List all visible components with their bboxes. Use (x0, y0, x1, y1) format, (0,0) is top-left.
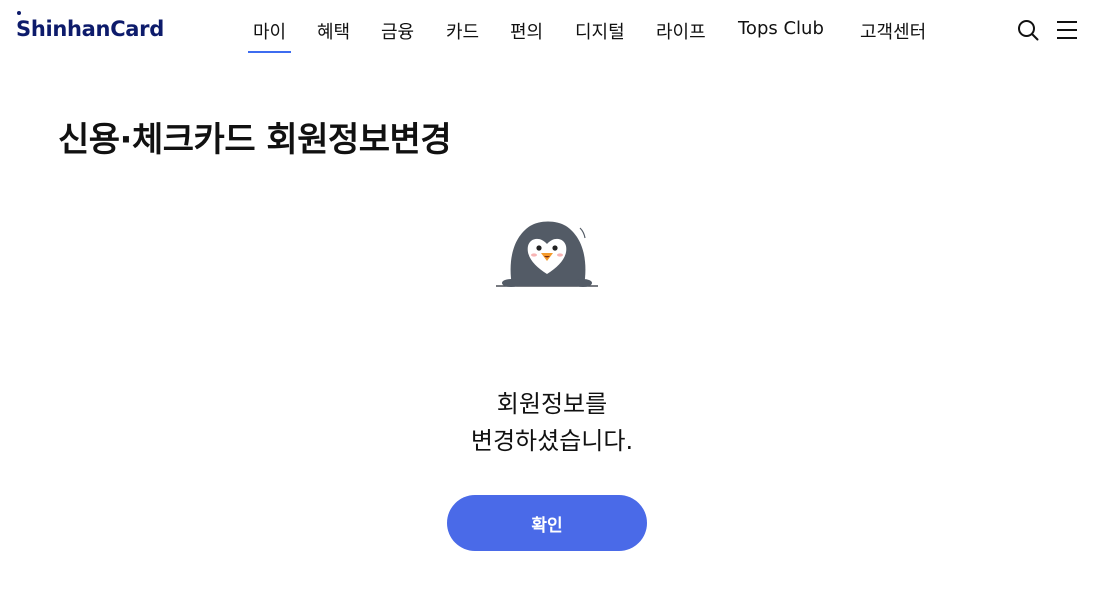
penguin-mascot-illustration (496, 221, 598, 287)
nav-item-convenience[interactable]: 편의 (510, 18, 543, 44)
confirm-button-label: 확인 (531, 515, 563, 536)
logo-text: ShinhanCard (16, 17, 164, 41)
nav-item-customer-center[interactable]: 고객센터 (860, 18, 926, 44)
nav-item-benefits[interactable]: 혜택 (317, 18, 350, 44)
nav-item-my[interactable]: 마이 (247, 18, 292, 53)
nav-item-card[interactable]: 카드 (446, 18, 479, 44)
page-title: 신용·체크카드 회원정보변경 (58, 120, 452, 160)
nav-item-digital[interactable]: 디지털 (575, 18, 625, 44)
result-message-line1: 회원정보를 (496, 390, 608, 418)
nav-item-tops-club[interactable]: Tops Club (738, 18, 824, 39)
menu-icon[interactable] (1056, 19, 1078, 41)
result-message-line2: 변경하셨습니다. (470, 427, 634, 455)
search-icon[interactable] (1017, 19, 1039, 41)
nav-item-life[interactable]: 라이프 (656, 18, 706, 44)
shinhancard-logo[interactable]: ShinhanCard (16, 11, 164, 41)
nav-item-finance[interactable]: 금융 (381, 18, 414, 44)
site-header: ShinhanCard 마이 혜택 금융 카드 편의 디지털 라이프 Tops … (0, 0, 1104, 60)
logo-accent-dot (17, 11, 21, 15)
confirm-button[interactable]: 확인 (447, 495, 647, 551)
